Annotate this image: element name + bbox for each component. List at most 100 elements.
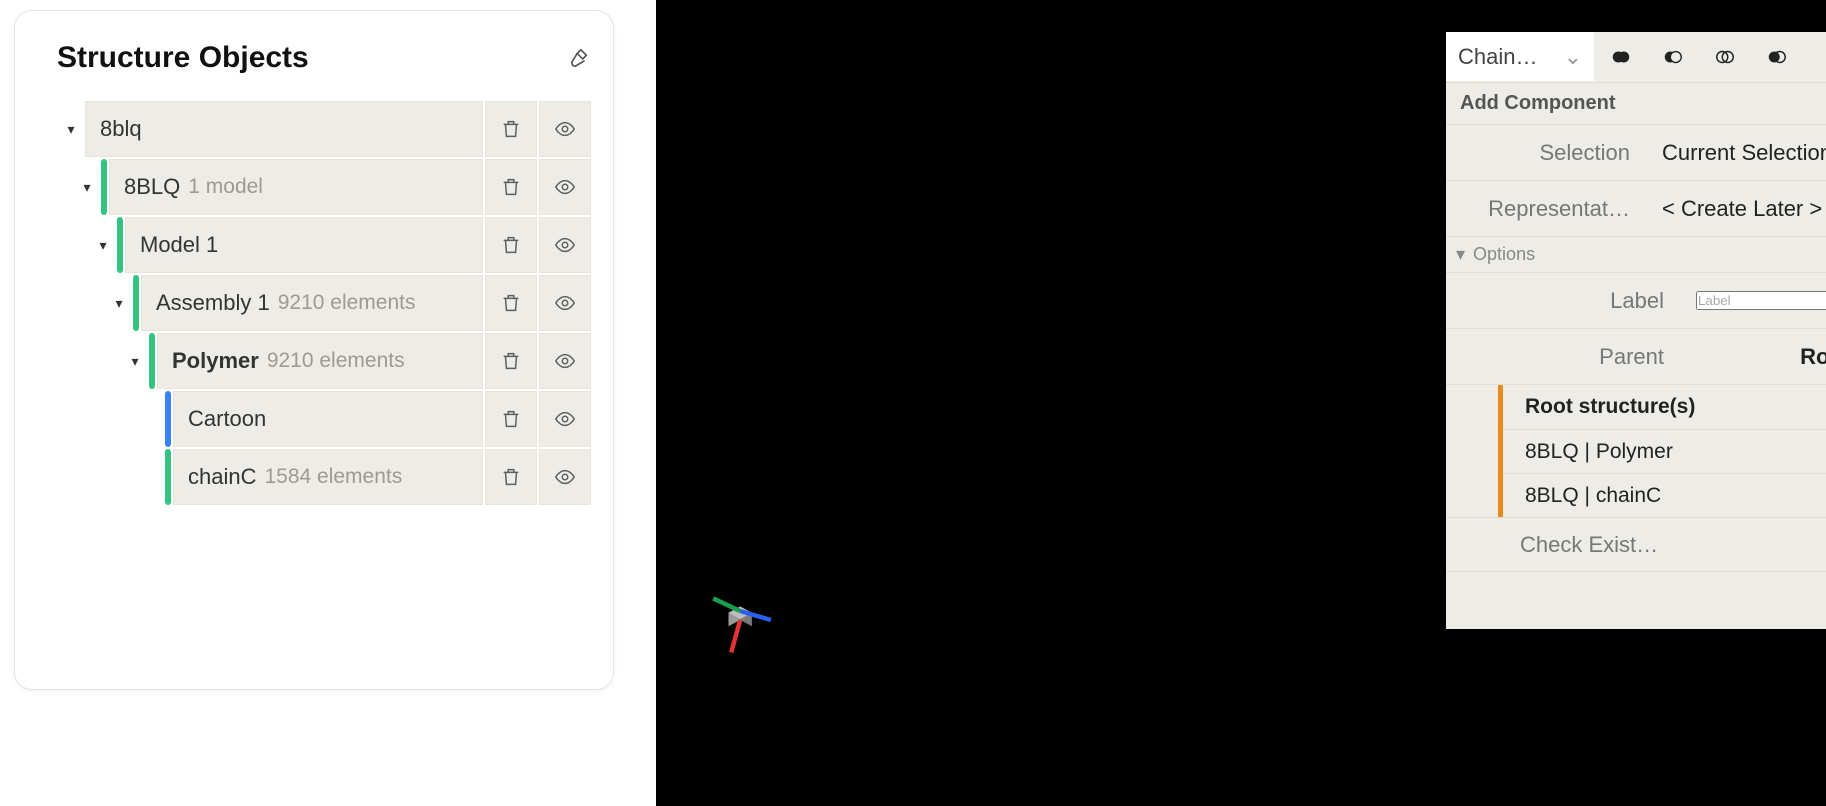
- visibility-button[interactable]: [539, 333, 591, 389]
- create-component-button[interactable]: ＋ Create Component: [1446, 571, 1826, 629]
- section-header: Add Component ✕: [1446, 82, 1826, 124]
- tree-caret[interactable]: ▾: [73, 159, 101, 215]
- tree-node-label: Assembly 1: [156, 290, 270, 316]
- trash-icon: [500, 176, 522, 198]
- trash-icon: [500, 408, 522, 430]
- set-op-intersect-icon[interactable]: [1700, 32, 1750, 81]
- set-op-subtract-icon[interactable]: [1648, 32, 1698, 81]
- options-label: Options: [1473, 244, 1535, 265]
- caret-down-icon: ▾: [131, 353, 138, 370]
- panel-header: Structure Objects: [57, 41, 591, 75]
- tree-node-label: 8BLQ: [124, 174, 180, 200]
- label-input[interactable]: [1696, 291, 1826, 310]
- caret-down-icon: ▾: [115, 295, 122, 312]
- set-op-union-icon[interactable]: [1596, 32, 1646, 81]
- tree-node[interactable]: 8blq: [85, 101, 483, 157]
- delete-button[interactable]: [485, 275, 537, 331]
- visibility-button[interactable]: [539, 275, 591, 331]
- tree-node-label: 8blq: [100, 116, 142, 142]
- color-bar: [165, 449, 171, 505]
- trash-icon: [500, 466, 522, 488]
- parent-row: Parent Root structure(s) [Default]: [1446, 328, 1826, 384]
- parent-option[interactable]: 8BLQ | Polymer: [1503, 429, 1826, 473]
- structure-objects-panel: Structure Objects ▾ 8blq ▾ 8BLQ 1 model ▾ Mode…: [14, 10, 614, 690]
- tree-row: ▾ Assembly 1 9210 elements: [57, 275, 591, 331]
- caret-down-icon: ▾: [99, 237, 106, 254]
- tree-node[interactable]: 8BLQ 1 model: [109, 159, 483, 215]
- parent-value[interactable]: Root structure(s) [Default]: [1680, 329, 1826, 384]
- eye-icon: [554, 118, 576, 140]
- parent-value-text: Root structure(s) [Default]: [1800, 344, 1826, 370]
- tree-node[interactable]: chainC1584 elements: [173, 449, 483, 505]
- representation-value-text: < Create Later >: [1662, 196, 1822, 222]
- tree-row: ▾ 8blq: [57, 101, 591, 157]
- tree-node-label: Polymer: [172, 348, 259, 374]
- tree-caret[interactable]: ▾: [105, 275, 133, 331]
- trash-icon: [500, 292, 522, 314]
- color-bar: [149, 333, 155, 389]
- visibility-button[interactable]: [539, 391, 591, 447]
- eye-icon: [554, 350, 576, 372]
- tree-row: ▾ Polymer 9210 elements: [57, 333, 591, 389]
- options-toggle[interactable]: ▾ Options: [1446, 236, 1826, 272]
- structure-tree: ▾ 8blq ▾ 8BLQ 1 model ▾ Model 1 ▾ Assembly 1 9210…: [57, 101, 591, 505]
- delete-button[interactable]: [485, 159, 537, 215]
- representation-value[interactable]: < Create Later >: [1646, 181, 1826, 236]
- tree-caret[interactable]: ▾: [121, 333, 149, 389]
- tree-caret: [137, 391, 165, 447]
- parent-option[interactable]: Root structure(s): [1503, 385, 1826, 429]
- selection-row: Selection Current Selection: [1446, 124, 1826, 180]
- tree-node-sub: 9210 elements: [267, 349, 405, 373]
- check-exist-toggle[interactable]: ✕ Off: [1680, 518, 1826, 571]
- parent-options-wrap: Root structure(s)8BLQ | Polymer8BLQ | ch…: [1446, 384, 1826, 517]
- check-exist-row: Check Exist… ✕ Off: [1446, 517, 1826, 571]
- visibility-button[interactable]: [539, 217, 591, 273]
- representation-row: Representat… < Create Later >: [1446, 180, 1826, 236]
- parent-option[interactable]: 8BLQ | chainC: [1503, 473, 1826, 517]
- trash-icon: [500, 118, 522, 140]
- label-field-wrap: [1680, 273, 1826, 328]
- chevron-down-icon: ⌄: [1564, 44, 1582, 70]
- tree-node[interactable]: Polymer 9210 elements: [157, 333, 483, 389]
- eye-icon: [554, 466, 576, 488]
- delete-button[interactable]: [485, 449, 537, 505]
- inspector-panel: Chain… ⌄ Add Component ✕ Selection Curre…: [1446, 32, 1826, 629]
- visibility-button[interactable]: [539, 159, 591, 215]
- eye-icon: [554, 176, 576, 198]
- tree-node-sub: 9210 elements: [278, 291, 416, 315]
- tree-node[interactable]: Model 1: [125, 217, 483, 273]
- delete-button[interactable]: [485, 333, 537, 389]
- tree-row: Cartoon: [57, 391, 591, 447]
- selection-value[interactable]: Current Selection: [1646, 125, 1826, 180]
- parent-field-label: Parent: [1480, 329, 1680, 384]
- tree-node-label: Model 1: [140, 232, 218, 258]
- selection-scope-label: Chain…: [1458, 44, 1537, 70]
- tree-caret[interactable]: ▾: [57, 101, 85, 157]
- tree-caret: [137, 449, 165, 505]
- axes-gizmo[interactable]: [688, 566, 778, 656]
- delete-button[interactable]: [485, 101, 537, 157]
- sweep-icon[interactable]: [567, 46, 591, 70]
- viewport-3d[interactable]: Chain… ⌄ Add Component ✕ Selection Curre…: [656, 0, 1826, 806]
- tree-node-sub: 1 model: [188, 175, 263, 199]
- color-bar: [117, 217, 123, 273]
- tree-node-label: Cartoon: [188, 406, 266, 432]
- trash-icon: [500, 234, 522, 256]
- tree-node-sub: 1584 elements: [264, 465, 402, 489]
- trash-icon: [500, 350, 522, 372]
- set-op-set-icon[interactable]: [1752, 32, 1802, 81]
- brush-icon[interactable]: [1814, 32, 1826, 81]
- tree-node[interactable]: Assembly 1 9210 elements: [141, 275, 483, 331]
- caret-down-icon: ▾: [1456, 244, 1465, 265]
- tree-caret[interactable]: ▾: [89, 217, 117, 273]
- delete-button[interactable]: [485, 217, 537, 273]
- selection-scope-dropdown[interactable]: Chain… ⌄: [1446, 32, 1594, 81]
- selection-value-text: Current Selection: [1662, 140, 1826, 166]
- inspector-toolbar: Chain… ⌄: [1446, 32, 1826, 82]
- color-bar: [101, 159, 107, 215]
- tree-node[interactable]: Cartoon: [173, 391, 483, 447]
- delete-button[interactable]: [485, 391, 537, 447]
- visibility-button[interactable]: [539, 449, 591, 505]
- caret-down-icon: ▾: [83, 179, 90, 196]
- visibility-button[interactable]: [539, 101, 591, 157]
